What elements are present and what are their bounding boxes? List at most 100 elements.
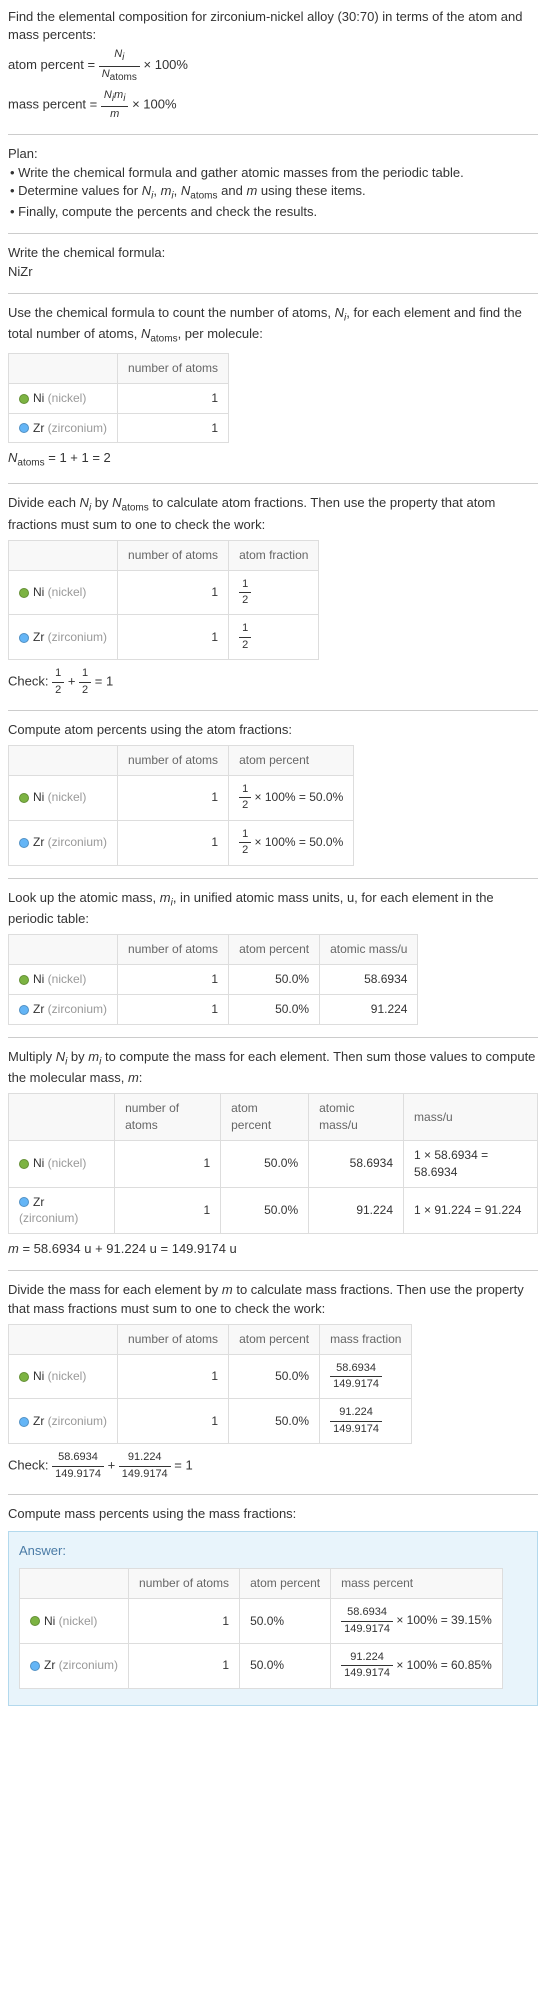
natoms-equation: Natoms = 1 + 1 = 2 bbox=[8, 449, 538, 471]
step-title: Multiply Ni by mi to compute the mass fo… bbox=[8, 1048, 538, 1088]
table-row: Ni (nickel) 1 12 × 100% = 50.0% bbox=[9, 775, 354, 820]
answer-label: Answer: bbox=[19, 1542, 527, 1560]
table-row: Ni (nickel) 1 50.0% 58.6934149.9174 × 10… bbox=[20, 1599, 503, 1644]
step-atom-fractions: Divide each Ni by Natoms to calculate at… bbox=[8, 494, 538, 698]
element-cell: Ni (nickel) bbox=[20, 1599, 129, 1644]
mass-table: number of atomsatom percentatomic mass/u… bbox=[8, 1093, 538, 1234]
col-header: mass fraction bbox=[320, 1324, 412, 1354]
zirconium-dot-icon bbox=[19, 1005, 29, 1015]
plan: Plan: • Write the chemical formula and g… bbox=[8, 145, 538, 221]
col-header: atomic mass/u bbox=[309, 1094, 404, 1141]
atoms-table: number of atoms Ni (nickel) 1 Zr (zircon… bbox=[8, 353, 229, 443]
value-cell: 1 bbox=[118, 413, 229, 443]
col-header: atom percent bbox=[229, 1324, 320, 1354]
divider bbox=[8, 483, 538, 484]
mass-percent-cell: 58.6934149.9174 × 100% = 39.15% bbox=[331, 1599, 503, 1644]
step-atom-percents: Compute atom percents using the atom fra… bbox=[8, 721, 538, 866]
nickel-dot-icon bbox=[19, 394, 29, 404]
element-cell: Ni (nickel) bbox=[9, 775, 118, 820]
table-row: Zr (zirconium) 1 12 × 100% = 50.0% bbox=[9, 820, 354, 865]
fraction-cell: 58.6934149.9174 bbox=[320, 1354, 412, 1399]
element-cell: Ni (nickel) bbox=[9, 965, 118, 995]
value-cell: 1 bbox=[118, 383, 229, 413]
zirconium-dot-icon bbox=[19, 1197, 29, 1207]
m-equation: m = 58.6934 u + 91.224 u = 149.9174 u bbox=[8, 1240, 538, 1258]
plan-bullet: • Finally, compute the percents and chec… bbox=[10, 203, 538, 221]
zirconium-dot-icon bbox=[19, 1417, 29, 1427]
step-title: Compute mass percents using the mass fra… bbox=[8, 1505, 538, 1523]
element-cell: Zr (zirconium) bbox=[9, 615, 118, 660]
element-cell: Zr (zirconium) bbox=[9, 413, 118, 443]
table-row: Zr (zirconium) 1 12 bbox=[9, 615, 319, 660]
zirconium-dot-icon bbox=[30, 1661, 40, 1671]
step-formula: Write the chemical formula: NiZr bbox=[8, 244, 538, 280]
col-header: atomic mass/u bbox=[320, 935, 418, 965]
nickel-dot-icon bbox=[19, 793, 29, 803]
fraction: Ni Natoms bbox=[99, 47, 140, 84]
intro: Find the elemental composition for zirco… bbox=[8, 8, 538, 122]
divider bbox=[8, 1270, 538, 1271]
divider bbox=[8, 293, 538, 294]
step-title: Divide each Ni by Natoms to calculate at… bbox=[8, 494, 538, 534]
fraction: Nimi m bbox=[101, 88, 129, 123]
col-header: atom fraction bbox=[229, 540, 319, 570]
mass-percent-cell: 91.224149.9174 × 100% = 60.85% bbox=[331, 1643, 503, 1688]
col-header: mass/u bbox=[404, 1094, 538, 1141]
element-cell: Ni (nickel) bbox=[9, 570, 118, 615]
plan-bullet: • Determine values for Ni, mi, Natoms an… bbox=[10, 182, 538, 204]
nickel-dot-icon bbox=[19, 1159, 29, 1169]
col-header: number of atoms bbox=[115, 1094, 221, 1141]
col-header: number of atoms bbox=[129, 1569, 240, 1599]
fraction-cell: 12 bbox=[229, 570, 319, 615]
check-line: Check: 58.6934149.9174 + 91.224149.9174 … bbox=[8, 1450, 538, 1482]
divider bbox=[8, 134, 538, 135]
element-cell: Zr (zirconium) bbox=[9, 994, 118, 1024]
percent-cell: 12 × 100% = 50.0% bbox=[229, 820, 354, 865]
zirconium-dot-icon bbox=[19, 423, 29, 433]
table-row: Zr (zirconium) 1 50.0% 91.224 1 × 91.224… bbox=[9, 1187, 538, 1234]
col-header: atom percent bbox=[240, 1569, 331, 1599]
check-line: Check: 12 + 12 = 1 bbox=[8, 666, 538, 698]
plan-title: Plan: bbox=[8, 145, 538, 163]
step-title: Compute atom percents using the atom fra… bbox=[8, 721, 538, 739]
element-cell: Ni (nickel) bbox=[9, 1141, 115, 1188]
step-count-atoms: Use the chemical formula to count the nu… bbox=[8, 304, 538, 471]
mass-percent-formula: mass percent = Nimi m × 100% bbox=[8, 88, 538, 123]
table-row: Ni (nickel) 1 50.0% 58.6934 1 × 58.6934 … bbox=[9, 1141, 538, 1188]
calc-cell: 1 × 91.224 = 91.224 bbox=[404, 1187, 538, 1234]
fraction-cell: 12 bbox=[229, 615, 319, 660]
table-row: Zr (zirconium) 1 bbox=[9, 413, 229, 443]
zirconium-dot-icon bbox=[19, 633, 29, 643]
table-row: Ni (nickel) 1 12 bbox=[9, 570, 319, 615]
table-row: Ni (nickel) 1 50.0% 58.6934149.9174 bbox=[9, 1354, 412, 1399]
step-atomic-mass: Look up the atomic mass, mi, in unified … bbox=[8, 889, 538, 1025]
divider bbox=[8, 1037, 538, 1038]
nickel-dot-icon bbox=[19, 1372, 29, 1382]
fraction-cell: 91.224149.9174 bbox=[320, 1399, 412, 1444]
divider bbox=[8, 233, 538, 234]
atomic-mass-table: number of atomsatom percentatomic mass/u… bbox=[8, 934, 418, 1024]
divider bbox=[8, 1494, 538, 1495]
atom-percent-table: number of atomsatom percent Ni (nickel) … bbox=[8, 745, 354, 865]
step-title: Look up the atomic mass, mi, in unified … bbox=[8, 889, 538, 929]
mass-fraction-table: number of atomsatom percentmass fraction… bbox=[8, 1324, 412, 1444]
table-row: Ni (nickel) 1 50.0% 58.6934 bbox=[9, 965, 418, 995]
step-title: Divide the mass for each element by m to… bbox=[8, 1281, 538, 1317]
percent-cell: 12 × 100% = 50.0% bbox=[229, 775, 354, 820]
nickel-dot-icon bbox=[30, 1616, 40, 1626]
col-header: atom percent bbox=[229, 746, 354, 776]
calc-cell: 1 × 58.6934 = 58.6934 bbox=[404, 1141, 538, 1188]
divider bbox=[8, 710, 538, 711]
step-title: Use the chemical formula to count the nu… bbox=[8, 304, 538, 347]
element-cell: Zr (zirconium) bbox=[9, 820, 118, 865]
col-header: number of atoms bbox=[118, 1324, 229, 1354]
col-header: atom percent bbox=[229, 935, 320, 965]
table-row: Zr (zirconium) 1 50.0% 91.224149.9174 bbox=[9, 1399, 412, 1444]
element-cell: Zr (zirconium) bbox=[20, 1643, 129, 1688]
atom-percent-formula: atom percent = Ni Natoms × 100% bbox=[8, 47, 538, 84]
col-header: number of atoms bbox=[118, 935, 229, 965]
answer-table: number of atomsatom percentmass percent … bbox=[19, 1568, 503, 1688]
col-header: number of atoms bbox=[118, 746, 229, 776]
chemical-formula: NiZr bbox=[8, 263, 538, 281]
answer-box: Answer: number of atomsatom percentmass … bbox=[8, 1531, 538, 1706]
